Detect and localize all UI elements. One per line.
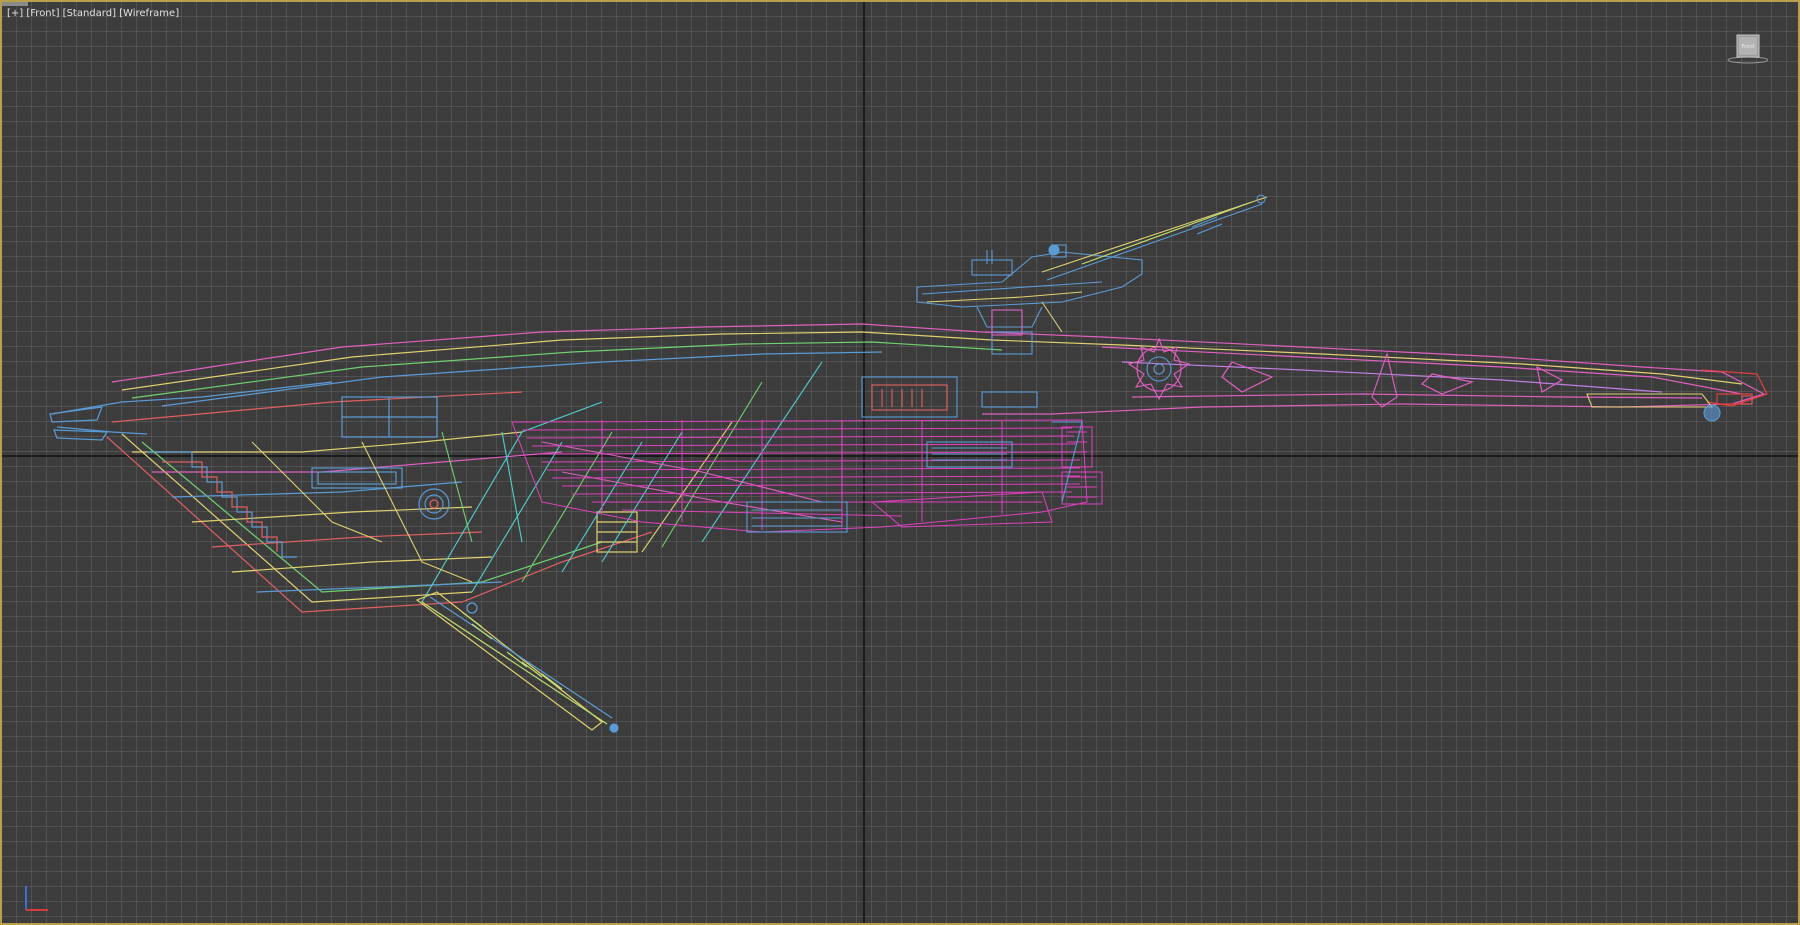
- engine-block: [511, 419, 1103, 533]
- nose-tip: [49, 406, 109, 441]
- front-viewport[interactable]: [+] [Front] [Standard] [Wireframe] Front: [0, 0, 1800, 925]
- top-turret: [916, 194, 1268, 336]
- viewcube-icon[interactable]: Front: [1724, 30, 1769, 66]
- axis-gizmo-icon: [18, 878, 58, 918]
- spaceship-wireframe-model[interactable]: [2, 2, 1800, 925]
- landing-arm: [415, 591, 619, 733]
- viewcube-face-label: Front: [1742, 44, 1755, 50]
- hull-mid-struts: [251, 361, 843, 603]
